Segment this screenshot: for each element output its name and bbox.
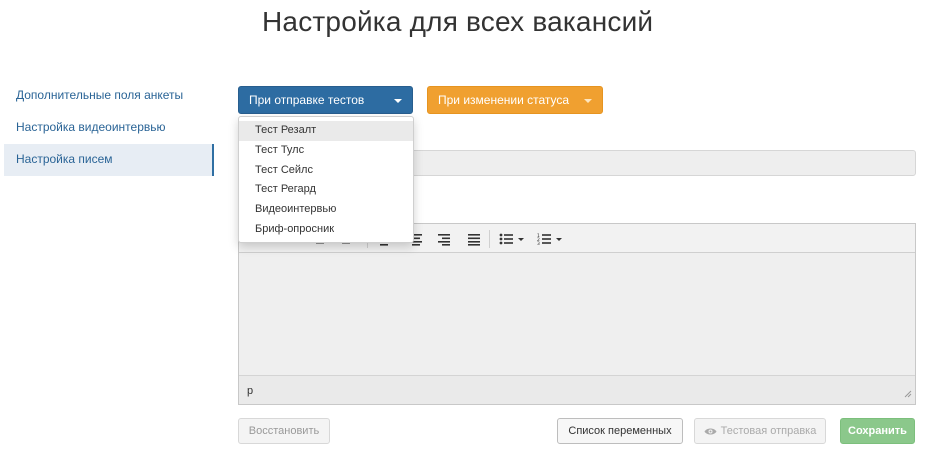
element-path: p — [247, 385, 254, 397]
sidebar-item-additional-fields[interactable]: Дополнительные поля анкеты — [4, 80, 214, 112]
menu-item-test-regard[interactable]: Тест Регард — [239, 180, 413, 200]
numbered-list-icon[interactable]: 123 — [537, 232, 567, 246]
sidebar-item-letters[interactable]: Настройка писем — [4, 144, 214, 176]
svg-text:3: 3 — [537, 241, 540, 246]
test-send-button[interactable]: Тестовая отправка — [694, 418, 826, 444]
menu-item-test-tools[interactable]: Тест Тулс — [239, 141, 413, 161]
menu-item-test-result[interactable]: Тест Резалт — [239, 121, 413, 141]
menu-item-test-sales[interactable]: Тест Сейлс — [239, 161, 413, 181]
page-title: Настройка для всех вакансий — [262, 6, 654, 37]
caret-down-icon — [584, 99, 592, 103]
save-button[interactable]: Сохранить — [840, 418, 915, 444]
caret-down-icon — [394, 99, 402, 103]
test-send-label: Тестовая отправка — [720, 425, 817, 437]
align-justify-icon[interactable] — [467, 232, 483, 246]
editor-content-area[interactable] — [239, 253, 915, 375]
sidebar: Дополнительные поля анкеты Настройка вид… — [4, 80, 214, 176]
status-change-dropdown-label: При изменении статуса — [438, 93, 570, 107]
status-change-dropdown[interactable]: При изменении статуса — [427, 86, 603, 114]
menu-item-video-interview[interactable]: Видеоинтервью — [239, 200, 413, 220]
menu-item-brief[interactable]: Бриф-опросник — [239, 220, 413, 240]
eye-icon — [704, 427, 717, 436]
sidebar-item-video-interview[interactable]: Настройка видеоинтервью — [4, 112, 214, 144]
toolbar-separator — [489, 230, 490, 248]
send-tests-dropdown-label: При отправке тестов — [249, 93, 365, 107]
restore-button[interactable]: Восстановить — [238, 418, 330, 444]
letter-editor[interactable]: 123 p — [238, 223, 916, 405]
align-right-icon[interactable] — [437, 232, 453, 246]
editor-statusbar: p — [239, 375, 915, 404]
bullet-list-icon[interactable] — [499, 232, 529, 246]
resize-grip-icon[interactable] — [904, 389, 912, 401]
variables-list-button[interactable]: Список переменных — [557, 418, 683, 444]
send-tests-dropdown[interactable]: При отправке тестов — [238, 86, 413, 114]
send-tests-menu: Тест Резалт Тест Тулс Тест Сейлс Тест Ре… — [238, 116, 414, 243]
